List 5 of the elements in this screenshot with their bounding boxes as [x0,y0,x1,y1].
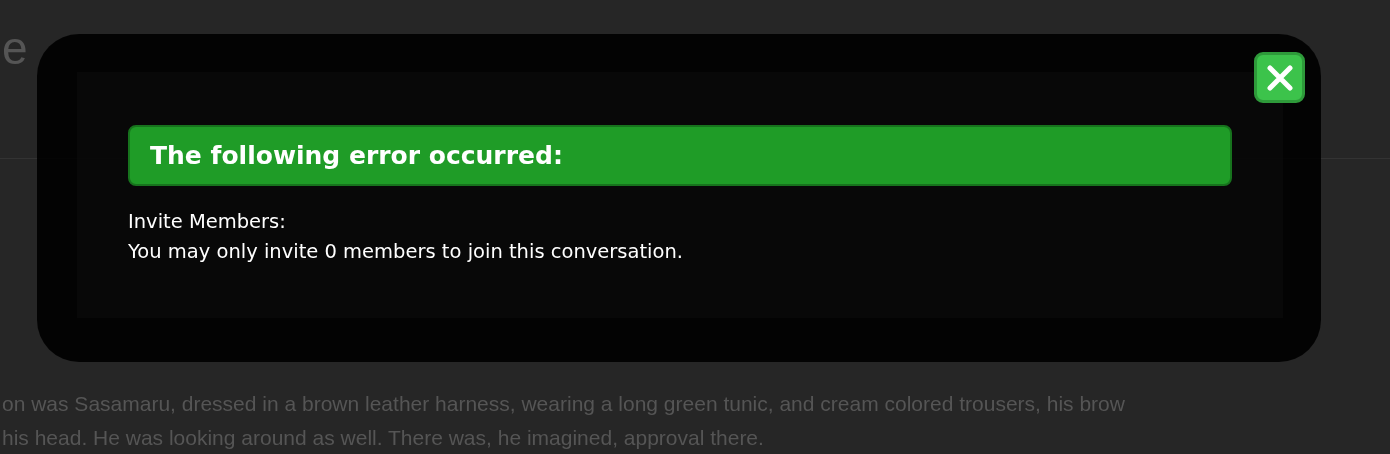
error-message: Invite Members: [128,209,287,235]
close-icon [1264,62,1295,93]
close-button[interactable] [1254,52,1305,103]
error-heading: The following error occurred: [128,125,1232,186]
error-message: You may only invite 0 members to join this conversation. [128,239,684,265]
